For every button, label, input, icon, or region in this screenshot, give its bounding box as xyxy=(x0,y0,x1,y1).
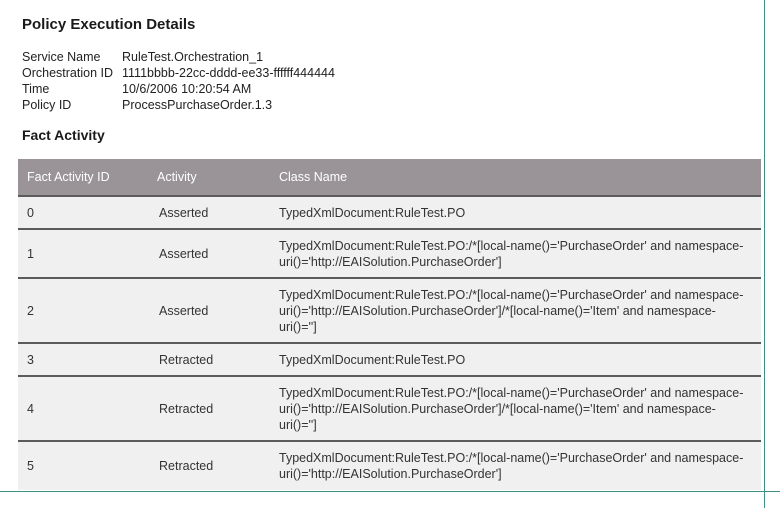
cell-activity: Retracted xyxy=(148,375,268,441)
table-row: 2 Asserted TypedXmlDocument:RuleTest.PO:… xyxy=(18,277,761,343)
cell-fact-activity-id: 1 xyxy=(18,228,148,278)
detail-value: 1111bbbb-22cc-dddd-ee33-ffffff444444 xyxy=(122,66,335,80)
table-header-row: Fact Activity ID Activity Class Name xyxy=(18,159,761,196)
detail-value: ProcessPurchaseOrder.1.3 xyxy=(122,98,273,112)
column-header-fact-activity-id: Fact Activity ID xyxy=(18,159,148,196)
table-row: 0 Asserted TypedXmlDocument:RuleTest.PO xyxy=(18,195,761,229)
frame-border-bottom xyxy=(0,491,780,492)
cell-class-name: TypedXmlDocument:RuleTest.PO xyxy=(268,195,761,229)
detail-value: RuleTest.Orchestration_1 xyxy=(122,50,264,64)
table-row: 1 Asserted TypedXmlDocument:RuleTest.PO:… xyxy=(18,228,761,278)
table-row: 3 Retracted TypedXmlDocument:RuleTest.PO xyxy=(18,342,761,376)
cell-activity: Retracted xyxy=(148,342,268,376)
cell-fact-activity-id: 0 xyxy=(18,195,148,229)
cell-activity: Asserted xyxy=(148,228,268,278)
detail-row-time: Time 10/6/2006 10:20:54 AM xyxy=(22,81,335,97)
column-header-activity: Activity xyxy=(148,159,268,196)
cell-class-name: TypedXmlDocument:RuleTest.PO:/*[local-na… xyxy=(268,375,761,441)
detail-row-orchestration-id: Orchestration ID 1111bbbb-22cc-dddd-ee33-… xyxy=(22,65,335,81)
detail-row-policy-id: Policy ID ProcessPurchaseOrder.1.3 xyxy=(22,97,335,113)
detail-label: Orchestration ID xyxy=(22,66,114,80)
execution-details: Service Name RuleTest.Orchestration_1 Orc… xyxy=(22,49,335,113)
detail-row-service-name: Service Name RuleTest.Orchestration_1 xyxy=(22,49,335,65)
cell-fact-activity-id: 2 xyxy=(18,277,148,343)
cell-fact-activity-id: 4 xyxy=(18,375,148,441)
cell-fact-activity-id: 3 xyxy=(18,342,148,376)
detail-label: Service Name xyxy=(22,50,101,64)
detail-value: 10/6/2006 10:20:54 AM xyxy=(122,82,252,96)
column-header-class-name: Class Name xyxy=(268,159,761,196)
cell-activity: Retracted xyxy=(148,440,268,490)
cell-activity: Asserted xyxy=(148,195,268,229)
table-row: 4 Retracted TypedXmlDocument:RuleTest.PO… xyxy=(18,375,761,441)
section-title-fact-activity: Fact Activity xyxy=(22,127,105,143)
cell-fact-activity-id: 5 xyxy=(18,440,148,490)
detail-label: Policy ID xyxy=(22,98,72,112)
cell-class-name: TypedXmlDocument:RuleTest.PO:/*[local-na… xyxy=(268,440,761,490)
cell-class-name: TypedXmlDocument:RuleTest.PO xyxy=(268,342,761,376)
frame-border-right xyxy=(764,0,765,508)
cell-class-name: TypedXmlDocument:RuleTest.PO:/*[local-na… xyxy=(268,228,761,278)
page-title: Policy Execution Details xyxy=(22,16,196,33)
cell-class-name: TypedXmlDocument:RuleTest.PO:/*[local-na… xyxy=(268,277,761,343)
table-row: 5 Retracted TypedXmlDocument:RuleTest.PO… xyxy=(18,440,761,490)
fact-activity-table: Fact Activity ID Activity Class Name 0 A… xyxy=(18,159,761,490)
detail-label: Time xyxy=(22,82,50,96)
cell-activity: Asserted xyxy=(148,277,268,343)
